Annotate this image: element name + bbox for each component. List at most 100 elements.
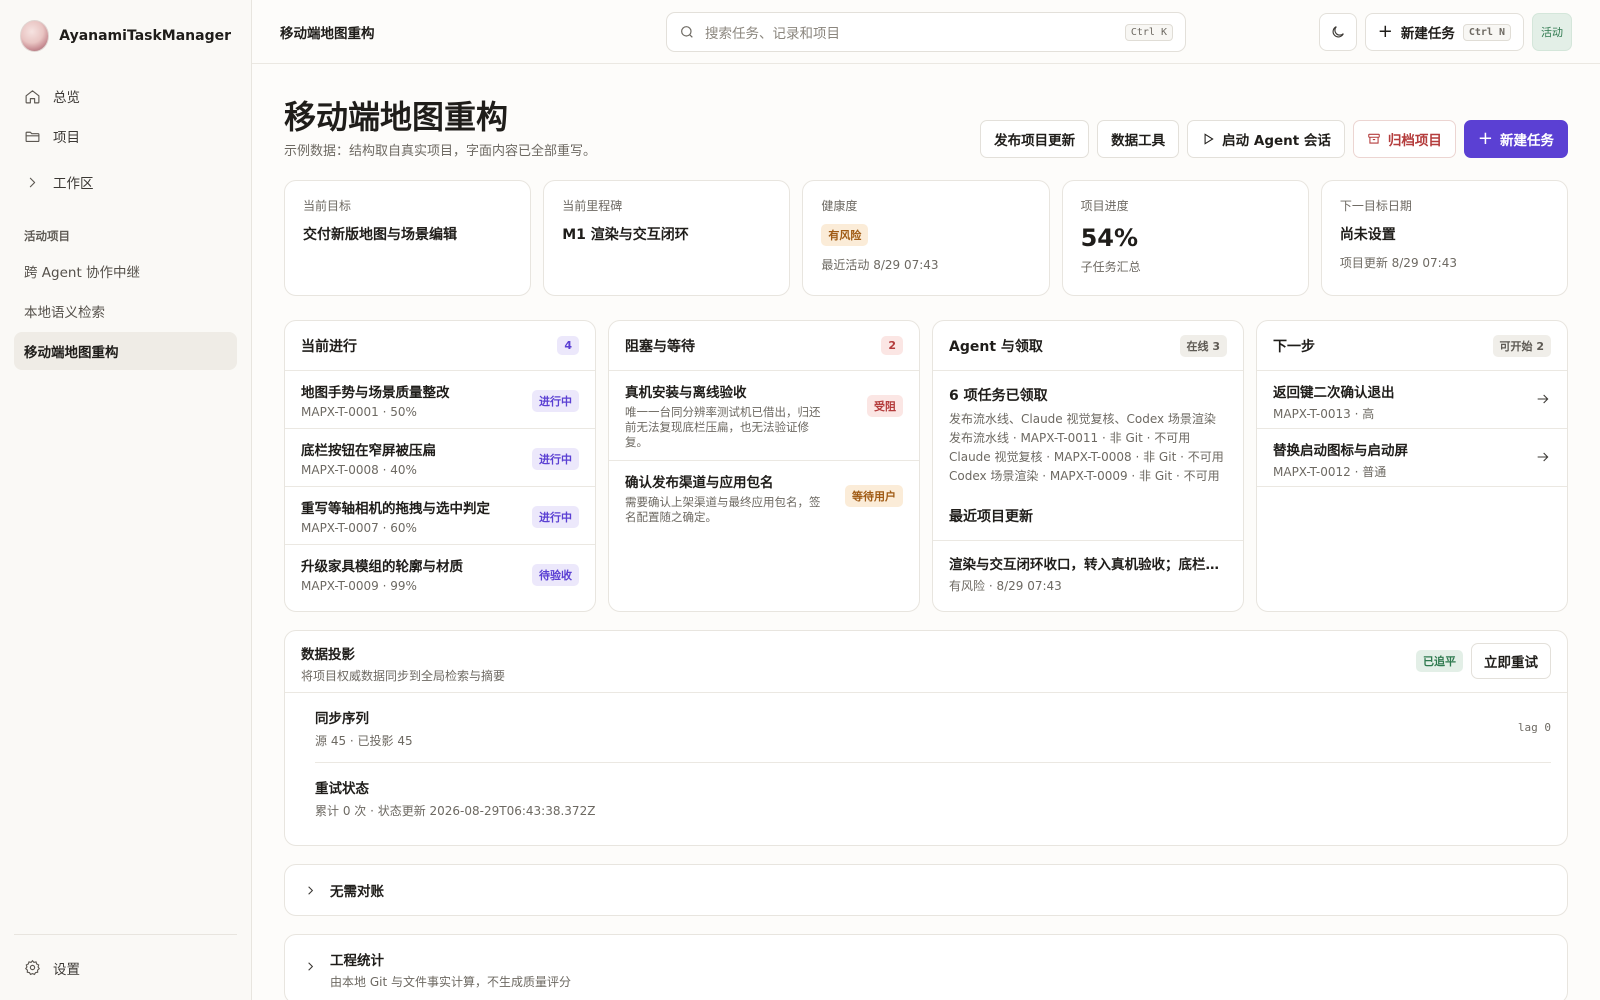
board-count: 可开始 2 bbox=[1492, 334, 1551, 357]
stat-value: 尚未设置 bbox=[1339, 227, 1396, 243]
brand[interactable]: AyanamiTaskManager bbox=[0, 0, 251, 72]
main: 移动端地图重构 搜索任务、记录和项目 Ctrl K + 新建任务 Ctrl N … bbox=[252, 0, 1600, 1000]
next-task-row[interactable]: 替换启动图标与启动屏 MAPX-T-0012 · 普通 bbox=[1257, 429, 1567, 487]
search-icon bbox=[681, 26, 693, 38]
page-subtitle: 示例数据：结构取自真实项目，字面内容已全部重写。 bbox=[284, 144, 597, 159]
page-header: 移动端地图重构 示例数据：结构取自真实项目，字面内容已全部重写。 发布项目更新 … bbox=[284, 64, 1568, 180]
claims-title: 6 项任务已领取 bbox=[949, 388, 1048, 404]
recent-updates-title: 最近项目更新 bbox=[949, 509, 1033, 525]
stat-value: M1 渲染与交互闭环 bbox=[562, 227, 689, 243]
data-tools-button[interactable]: 数据工具 bbox=[1097, 120, 1180, 158]
board-title: 下一步 bbox=[1273, 338, 1315, 355]
play-icon bbox=[1204, 133, 1214, 145]
collapsible-title: 无需对账 bbox=[330, 884, 384, 900]
update-title: 渲染与交互闭环收口，转入真机验收；底栏按钮问题待复现 bbox=[949, 557, 1227, 573]
projection-actions: 已追平 立即重试 bbox=[1416, 643, 1551, 679]
retry-now-button[interactable]: 立即重试 bbox=[1471, 643, 1551, 679]
task-row[interactable]: 重写等轴相机的拖拽与选中判定 MAPX-T-0007 · 60% 进行中 bbox=[285, 487, 595, 545]
task-desc: 唯一一台同分辨率测试机已借出，归还前无法复现底栏压扁，也无法验证修复。 bbox=[625, 405, 821, 449]
page-actions: 发布项目更新 数据工具 启动 Agent 会话 归档项目 + 新建任务 bbox=[980, 120, 1568, 158]
sidebar-item-overview[interactable]: 总览 bbox=[14, 76, 237, 116]
stat-label: 下一目标日期 bbox=[1339, 199, 1412, 213]
sidebar-nav: 总览 项目 工作区 bbox=[0, 72, 251, 206]
topbar-title: 移动端地图重构 bbox=[280, 25, 375, 42]
recent-update-item[interactable]: 渲染与交互闭环收口，转入真机验收；底栏按钮问题待复现 有风险 · 8/29 07… bbox=[933, 541, 1243, 606]
arrow-right-icon bbox=[1537, 452, 1549, 462]
board-agents: Agent 与领取 在线 3 6 项任务已领取 发布流水线、Claude 视觉复… bbox=[932, 320, 1244, 612]
gear-icon bbox=[25, 959, 40, 976]
blocked-item[interactable]: 真机安装与离线验收 唯一一台同分辨率测试机已借出，归还前无法复现底栏压扁，也无法… bbox=[609, 371, 919, 461]
row-meta: 源 45 · 已投影 45 bbox=[315, 734, 413, 748]
app-name: AyanamiTaskManager bbox=[59, 28, 231, 44]
search-placeholder: 搜索任务、记录和项目 bbox=[705, 26, 840, 42]
task-row[interactable]: 升级家具模组的轮廓与材质 MAPX-T-0009 · 99% 待验收 bbox=[285, 545, 595, 603]
agent-line: 发布流水线、Claude 视觉复核、Codex 场景渲染 bbox=[949, 412, 1216, 426]
content: 移动端地图重构 示例数据：结构取自真实项目，字面内容已全部重写。 发布项目更新 … bbox=[252, 64, 1600, 1000]
board-next: 下一步 可开始 2 返回键二次确认退出 MAPX-T-0013 · 高 替换启动… bbox=[1256, 320, 1568, 612]
chevron-right-icon bbox=[308, 885, 314, 895]
stat-card-milestone: 当前里程碑 M1 渲染与交互闭环 bbox=[543, 180, 791, 296]
app-root: AyanamiTaskManager 总览 项目 工作区 活动项目 跨 Agen… bbox=[0, 0, 1600, 1000]
stat-note: 项目更新 8/29 07:43 bbox=[1339, 256, 1457, 270]
start-agent-button[interactable]: 启动 Agent 会话 bbox=[1187, 120, 1345, 158]
status-badge: 待验收 bbox=[532, 564, 579, 586]
new-task-label: 新建任务 bbox=[1500, 133, 1554, 149]
status-badge[interactable]: 活动 bbox=[1532, 13, 1572, 51]
data-projection-panel: 数据投影 将项目权威数据同步到全局检索与摘要 已追平 立即重试 同步序列 源 4… bbox=[284, 630, 1568, 846]
plus-icon: + bbox=[1477, 128, 1493, 149]
sidebar: AyanamiTaskManager 总览 项目 工作区 活动项目 跨 Agen… bbox=[0, 0, 252, 1000]
next-task-row[interactable]: 返回键二次确认退出 MAPX-T-0013 · 高 bbox=[1257, 371, 1567, 429]
board-in-progress: 当前进行 4 地图手势与场景质量整改 MAPX-T-0001 · 50% 进行中… bbox=[284, 320, 596, 612]
blocked-item[interactable]: 确认发布渠道与应用包名 需要确认上架渠道与最终应用包名，签名配置随之确定。 等待… bbox=[609, 461, 919, 535]
row-title: 重试状态 bbox=[315, 781, 369, 797]
task-row[interactable]: 底栏按钮在窄屏被压扁 MAPX-T-0008 · 40% 进行中 bbox=[285, 429, 595, 487]
publish-update-button[interactable]: 发布项目更新 bbox=[980, 120, 1090, 158]
sidebar-item-settings[interactable]: 设置 bbox=[14, 934, 237, 1000]
agent-line: Codex 场景渲染 · MAPX-T-0009 · 非 Git · 不可用 bbox=[949, 469, 1220, 483]
moon-icon bbox=[1332, 26, 1344, 38]
status-badge: 受阻 bbox=[867, 395, 903, 417]
stat-card-health: 健康度 有风险 最近活动 8/29 07:43 bbox=[802, 180, 1050, 296]
start-agent-label: 启动 Agent 会话 bbox=[1222, 133, 1331, 149]
sidebar-item-workspace[interactable]: 工作区 bbox=[14, 162, 237, 202]
sidebar-project-map[interactable]: 移动端地图重构 bbox=[14, 332, 237, 370]
collapsible-text: 工程统计 由本地 Git 与文件事实计算，不生成质量评分 bbox=[330, 949, 571, 990]
archive-label: 归档项目 bbox=[1387, 133, 1442, 149]
new-task-label: 新建任务 bbox=[1400, 26, 1455, 42]
sidebar-item-projects[interactable]: 项目 bbox=[14, 116, 237, 156]
sidebar-item-label: 项目 bbox=[53, 130, 80, 146]
search-input[interactable]: 搜索任务、记录和项目 Ctrl K bbox=[666, 12, 1186, 52]
board-header: 阻塞与等待 2 bbox=[609, 321, 919, 371]
collapsible-reconcile[interactable]: 无需对账 bbox=[284, 864, 1568, 916]
board-count: 2 bbox=[881, 336, 903, 355]
stat-card-progress: 项目进度 54% 子任务汇总 bbox=[1061, 180, 1309, 296]
stat-card-next-date: 下一目标日期 尚未设置 项目更新 8/29 07:43 bbox=[1320, 180, 1569, 296]
health-badge: 有风险 bbox=[821, 224, 869, 246]
stat-card-goal: 当前目标 交付新版地图与场景编辑 bbox=[284, 180, 532, 296]
theme-toggle-button[interactable] bbox=[1318, 13, 1357, 51]
topbar: 移动端地图重构 搜索任务、记录和项目 Ctrl K + 新建任务 Ctrl N … bbox=[252, 0, 1600, 64]
status-badge: 进行中 bbox=[532, 390, 579, 412]
stat-label: 当前目标 bbox=[303, 199, 352, 213]
new-task-top-button[interactable]: + 新建任务 Ctrl N bbox=[1364, 13, 1524, 51]
sidebar-item-label: 工作区 bbox=[53, 176, 94, 192]
stat-label: 健康度 bbox=[821, 199, 858, 213]
task-row[interactable]: 地图手势与场景质量整改 MAPX-T-0001 · 50% 进行中 bbox=[285, 371, 595, 429]
row-meta: 累计 0 次 · 状态更新 2026-08-29T06:43:38.372Z bbox=[315, 804, 596, 818]
archive-project-button[interactable]: 归档项目 bbox=[1352, 120, 1456, 158]
status-badge: 等待用户 bbox=[845, 485, 903, 507]
projection-row: 重试状态 累计 0 次 · 状态更新 2026-08-29T06:43:38.3… bbox=[315, 763, 1551, 833]
collapsible-eng-stats[interactable]: 工程统计 由本地 Git 与文件事实计算，不生成质量评分 bbox=[284, 934, 1568, 1000]
sidebar-project-relay[interactable]: 跨 Agent 协作中继 bbox=[14, 252, 237, 290]
board-count: 4 bbox=[557, 336, 579, 355]
sidebar-project-search[interactable]: 本地语义检索 bbox=[14, 292, 237, 330]
new-task-button[interactable]: + 新建任务 bbox=[1463, 120, 1568, 158]
collapsible-desc: 由本地 Git 与文件事实计算，不生成质量评分 bbox=[330, 975, 571, 989]
status-badge: 进行中 bbox=[532, 506, 579, 528]
task-meta: MAPX-T-0012 · 普通 bbox=[1273, 465, 1387, 479]
update-meta: 有风险 · 8/29 07:43 bbox=[949, 579, 1062, 593]
projection-desc: 将项目权威数据同步到全局检索与摘要 bbox=[301, 669, 506, 683]
board-header: 下一步 可开始 2 bbox=[1257, 321, 1567, 371]
search-shortcut: Ctrl K bbox=[1124, 23, 1173, 41]
status-badge: 进行中 bbox=[532, 448, 579, 470]
